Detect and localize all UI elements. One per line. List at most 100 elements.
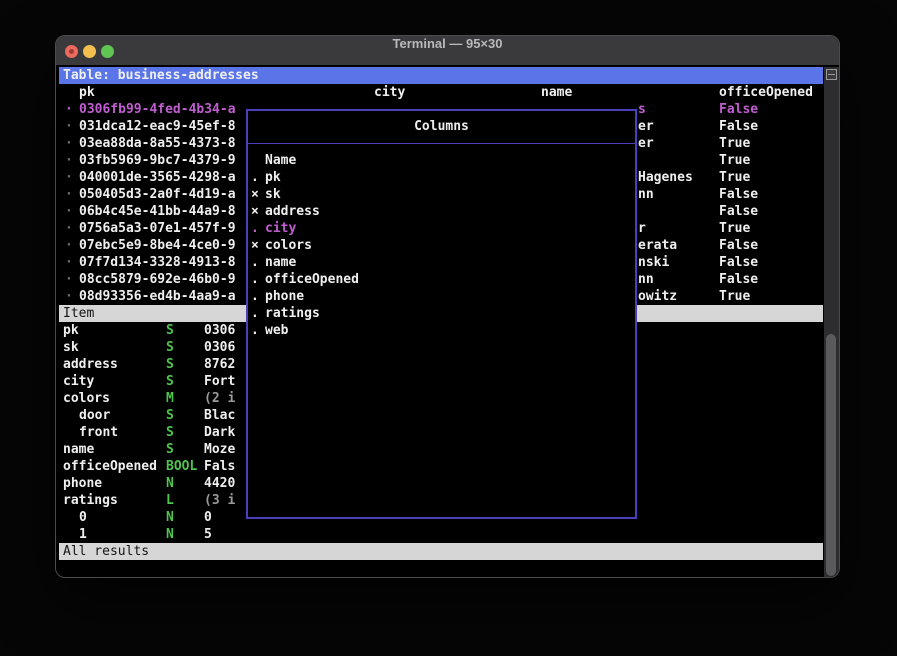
row-office-opened: False xyxy=(719,118,758,135)
column-marker-icon: × xyxy=(251,237,259,254)
column-label: officeOpened xyxy=(265,271,359,288)
row-bullet-icon: · xyxy=(65,135,73,152)
dialog-title: Columns xyxy=(248,118,635,135)
row-pk: 050405d3-2a0f-4d19-a xyxy=(79,186,236,203)
field-type: S xyxy=(166,424,174,441)
table-title: Table: business-addresses xyxy=(63,67,259,84)
field-value: 8762 xyxy=(204,356,235,373)
column-marker-icon: . xyxy=(251,305,259,322)
dialog-separator xyxy=(248,143,635,144)
field-type: S xyxy=(166,373,174,390)
scrollbar-thumb[interactable] xyxy=(826,334,836,576)
field-type: N xyxy=(166,475,174,492)
field-name: pk xyxy=(63,322,79,339)
row-pk: 0756a5a3-07e1-457f-9 xyxy=(79,220,236,237)
column-marker-icon: . xyxy=(251,220,259,237)
header-officeOpened: officeOpened xyxy=(719,84,813,101)
row-pk: 06b4c45e-41bb-44a9-8 xyxy=(79,203,236,220)
field-value: Moze xyxy=(204,441,235,458)
header-city: city xyxy=(374,84,405,101)
row-bullet-icon: · xyxy=(65,288,73,305)
row-bullet-icon: · xyxy=(65,118,73,135)
row-pk: 031dca12-eac9-45ef-8 xyxy=(79,118,236,135)
row-pk: 03ea88da-8a55-4373-8 xyxy=(79,135,236,152)
column-label: city xyxy=(265,220,296,237)
field-value: 5 xyxy=(204,526,212,543)
field-value: 4420 xyxy=(204,475,235,492)
column-label: pk xyxy=(265,169,281,186)
row-bullet-icon: · xyxy=(65,220,73,237)
row-office-opened: False xyxy=(719,254,758,271)
item-panel-title: Item xyxy=(63,305,94,322)
row-name-fragment: Hagenes xyxy=(638,169,693,186)
header-name: name xyxy=(541,84,572,101)
row-bullet-icon: · xyxy=(65,101,73,118)
column-label: address xyxy=(265,203,320,220)
row-name-fragment: r xyxy=(638,220,646,237)
field-name: address xyxy=(63,356,118,373)
row-bullet-icon: · xyxy=(65,169,73,186)
column-marker-icon: . xyxy=(251,169,259,186)
field-type: S xyxy=(166,441,174,458)
row-bullet-icon: · xyxy=(65,186,73,203)
row-office-opened: False xyxy=(719,186,758,203)
field-name: phone xyxy=(63,475,102,492)
field-type: N xyxy=(166,509,174,526)
row-pk: 07ebc5e9-8be4-4ce0-9 xyxy=(79,237,236,254)
field-value: 0306 xyxy=(204,322,235,339)
field-value: Blac xyxy=(204,407,235,424)
row-bullet-icon: · xyxy=(65,203,73,220)
field-type: S xyxy=(166,322,174,339)
row-office-opened: True xyxy=(719,152,750,169)
field-type: S xyxy=(166,356,174,373)
field-type: S xyxy=(166,339,174,356)
column-marker-icon: . xyxy=(251,288,259,305)
row-name-fragment: nn xyxy=(638,271,654,288)
row-bullet-icon: · xyxy=(65,254,73,271)
column-label: web xyxy=(265,322,288,339)
field-value: (3 i xyxy=(204,492,235,509)
row-pk: 08d93356-ed4b-4aa9-a xyxy=(79,288,236,305)
titlebar[interactable]: Terminal — 95×30 xyxy=(56,36,839,66)
column-label: colors xyxy=(265,237,312,254)
row-office-opened: False xyxy=(719,271,758,288)
row-name-fragment: owitz xyxy=(638,288,677,305)
status-bar: All results xyxy=(59,543,823,560)
terminal-window: Terminal — 95×30 Table: business-address… xyxy=(55,35,840,578)
column-marker-icon: . xyxy=(251,254,259,271)
column-label: name xyxy=(265,254,296,271)
row-office-opened: True xyxy=(719,288,750,305)
row-pk: 0306fb99-4fed-4b34-a xyxy=(79,101,236,118)
row-pk: 040001de-3565-4298-a xyxy=(79,169,236,186)
split-pane-button[interactable] xyxy=(826,69,837,80)
field-type: L xyxy=(166,492,174,509)
row-name-fragment: s xyxy=(638,101,646,118)
field-name: front xyxy=(79,424,118,441)
table-title-bar: Table: business-addresses xyxy=(59,67,823,84)
field-type: N xyxy=(166,526,174,543)
row-bullet-icon: · xyxy=(65,271,73,288)
field-value: Fals xyxy=(204,458,235,475)
window-title: Terminal — 95×30 xyxy=(56,36,839,66)
column-marker-icon: . xyxy=(251,322,259,339)
field-type: S xyxy=(166,407,174,424)
scrollbar[interactable] xyxy=(824,67,839,577)
field-name: door xyxy=(79,407,110,424)
field-name: ratings xyxy=(63,492,118,509)
row-office-opened: False xyxy=(719,203,758,220)
column-name-header: Name xyxy=(265,152,296,169)
row-pk: 03fb5969-9bc7-4379-9 xyxy=(79,152,236,169)
field-name: sk xyxy=(63,339,79,356)
columns-dialog: Columns Name .pk×sk×address.city×colors.… xyxy=(246,109,637,519)
row-bullet-icon: · xyxy=(65,152,73,169)
row-office-opened: False xyxy=(719,237,758,254)
terminal-content: Table: business-addresses pk city name o… xyxy=(59,66,839,577)
field-name: name xyxy=(63,441,94,458)
row-pk: 08cc5879-692e-46b0-9 xyxy=(79,271,236,288)
column-label: sk xyxy=(265,186,281,203)
field-name: 0 xyxy=(79,509,87,526)
row-office-opened: True xyxy=(719,169,750,186)
column-label: phone xyxy=(265,288,304,305)
field-name: officeOpened xyxy=(63,458,157,475)
field-value: 0306 xyxy=(204,339,235,356)
